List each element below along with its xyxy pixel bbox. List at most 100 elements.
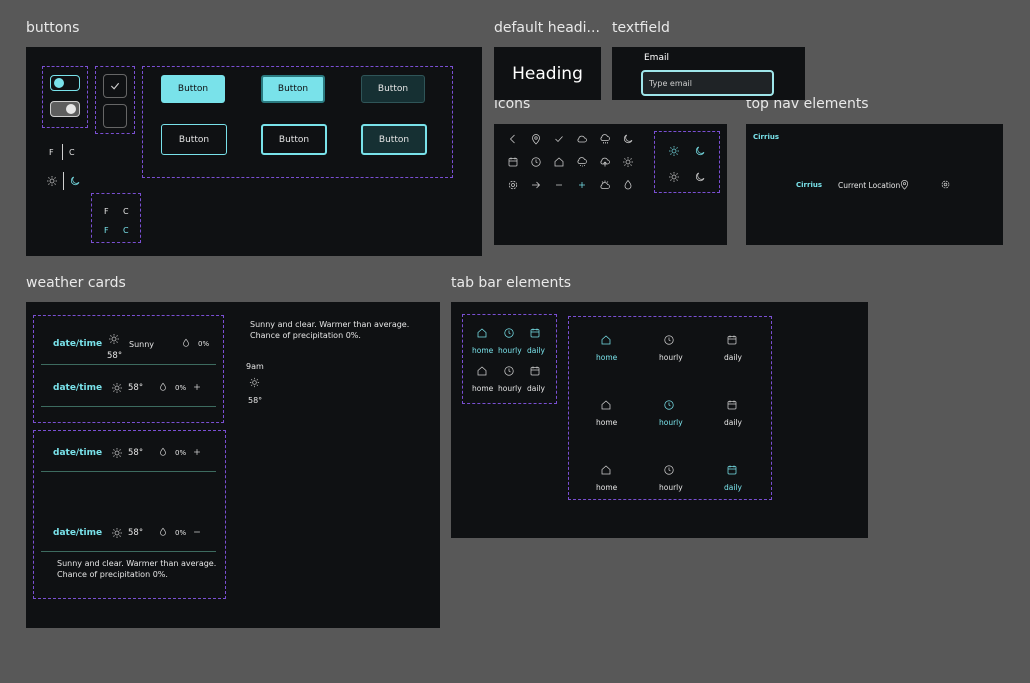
tab-home-label[interactable]: home xyxy=(472,384,493,393)
clock-icon[interactable] xyxy=(503,365,515,377)
home-icon[interactable] xyxy=(600,464,612,476)
precip-label: 0% xyxy=(198,340,210,348)
tab-daily-label[interactable]: daily xyxy=(527,346,545,355)
sun-icon xyxy=(668,145,680,157)
tab-home-label[interactable]: home xyxy=(596,483,617,492)
pin-icon[interactable] xyxy=(899,179,910,190)
cloud-upload-icon xyxy=(599,156,611,168)
datetime-label: date/time xyxy=(53,528,103,538)
tab-home-label[interactable]: home xyxy=(596,418,617,427)
sun-icon xyxy=(108,333,120,345)
unit-f-label[interactable]: F xyxy=(104,207,109,216)
calendar-icon[interactable] xyxy=(726,334,738,346)
tab-daily-label[interactable]: daily xyxy=(527,384,545,393)
calendar-icon[interactable] xyxy=(529,365,541,377)
calendar-icon[interactable] xyxy=(726,399,738,411)
icons-panel xyxy=(494,124,727,245)
sun-icon xyxy=(622,156,634,168)
moon-icon[interactable] xyxy=(69,175,81,187)
drop-icon xyxy=(181,338,191,348)
datetime-label: date/time xyxy=(53,448,103,458)
home-icon[interactable] xyxy=(600,399,612,411)
topnav-panel: Cirrius Cirrius Current Location xyxy=(746,124,1003,245)
brand-logo[interactable]: Cirrius xyxy=(796,181,822,189)
primary-button[interactable]: Button xyxy=(161,75,225,103)
plus-icon[interactable] xyxy=(192,382,202,392)
tab-hourly-label[interactable]: hourly xyxy=(498,346,522,355)
minus-icon[interactable] xyxy=(192,527,202,537)
unit-c-label[interactable]: C xyxy=(69,148,75,157)
calendar-icon xyxy=(507,156,519,168)
chevron-left-icon xyxy=(507,133,519,145)
pin-icon xyxy=(530,133,542,145)
brand-logo-small[interactable]: Cirrius xyxy=(753,133,779,141)
divider xyxy=(62,144,63,160)
section-label-heading: default headi... xyxy=(494,20,600,36)
secondary-button[interactable]: Button xyxy=(161,124,227,155)
tab-daily-label[interactable]: daily xyxy=(724,353,742,362)
sun-icon[interactable] xyxy=(46,175,58,187)
tab-hourly-label[interactable]: hourly xyxy=(659,483,683,492)
home-icon xyxy=(553,156,565,168)
sun-icon xyxy=(668,171,680,183)
email-label: Email xyxy=(644,53,669,63)
tab-hourly-label[interactable]: hourly xyxy=(659,418,683,427)
tab-home-label[interactable]: home xyxy=(596,353,617,362)
primary-button-hover[interactable]: Button xyxy=(261,75,325,103)
cloud-snow-icon xyxy=(576,156,588,168)
unit-c-label[interactable]: C xyxy=(123,207,129,216)
current-location-link[interactable]: Current Location xyxy=(838,181,900,190)
cloud-icon xyxy=(576,133,588,145)
home-icon[interactable] xyxy=(600,334,612,346)
clock-icon[interactable] xyxy=(663,464,675,476)
datetime-label: date/time xyxy=(53,339,103,349)
primary-button-pressed[interactable]: Button xyxy=(361,75,425,103)
tab-home-label[interactable]: home xyxy=(472,346,493,355)
tab-daily-label[interactable]: daily xyxy=(724,418,742,427)
heading-panel: Heading xyxy=(494,47,601,100)
divider xyxy=(63,172,64,190)
calendar-icon[interactable] xyxy=(529,327,541,339)
home-icon[interactable] xyxy=(476,327,488,339)
unit-c-label[interactable]: C xyxy=(123,226,129,235)
precip-label: 0% xyxy=(175,529,187,537)
section-label-textfield: textfield xyxy=(612,20,670,36)
weather-description: Sunny and clear. Warmer than average. Ch… xyxy=(250,320,410,340)
clock-icon[interactable] xyxy=(663,334,675,346)
textfield-panel: Email Type email xyxy=(612,47,805,100)
hour-label: 9am xyxy=(246,362,264,371)
arrow-right-icon xyxy=(530,179,542,191)
drop-icon xyxy=(158,382,168,392)
unit-f-label[interactable]: F xyxy=(49,148,54,157)
plus-icon[interactable] xyxy=(192,447,202,457)
hour-temp-label: 58° xyxy=(248,396,263,405)
tab-daily-label[interactable]: daily xyxy=(724,483,742,492)
divider xyxy=(41,364,216,365)
unit-toggle-group xyxy=(91,193,141,243)
datetime-label: date/time xyxy=(53,383,103,393)
plus-icon xyxy=(576,179,588,191)
page-heading: Heading xyxy=(512,63,583,84)
calendar-icon[interactable] xyxy=(726,464,738,476)
secondary-button-hover[interactable]: Button xyxy=(261,124,327,155)
home-icon[interactable] xyxy=(476,365,488,377)
checkbox-checked[interactable] xyxy=(103,74,127,98)
unit-f-label[interactable]: F xyxy=(104,226,109,235)
theme-icon-group xyxy=(654,131,720,193)
email-field[interactable]: Type email xyxy=(641,70,774,96)
tab-hourly-label[interactable]: hourly xyxy=(498,384,522,393)
minus-icon xyxy=(553,179,565,191)
gear-icon[interactable] xyxy=(940,179,951,190)
toggle-on[interactable] xyxy=(50,75,80,91)
weather-description: Sunny and clear. Warmer than average. Ch… xyxy=(57,559,217,579)
tab-hourly-label[interactable]: hourly xyxy=(659,353,683,362)
precip-label: 0% xyxy=(175,449,187,457)
condition-label: Sunny xyxy=(129,340,155,349)
checkbox-unchecked[interactable] xyxy=(103,104,127,128)
divider xyxy=(41,471,216,472)
drop-icon xyxy=(158,447,168,457)
secondary-button-pressed[interactable]: Button xyxy=(361,124,427,155)
toggle-off[interactable] xyxy=(50,101,80,117)
clock-icon[interactable] xyxy=(663,399,675,411)
clock-icon[interactable] xyxy=(503,327,515,339)
